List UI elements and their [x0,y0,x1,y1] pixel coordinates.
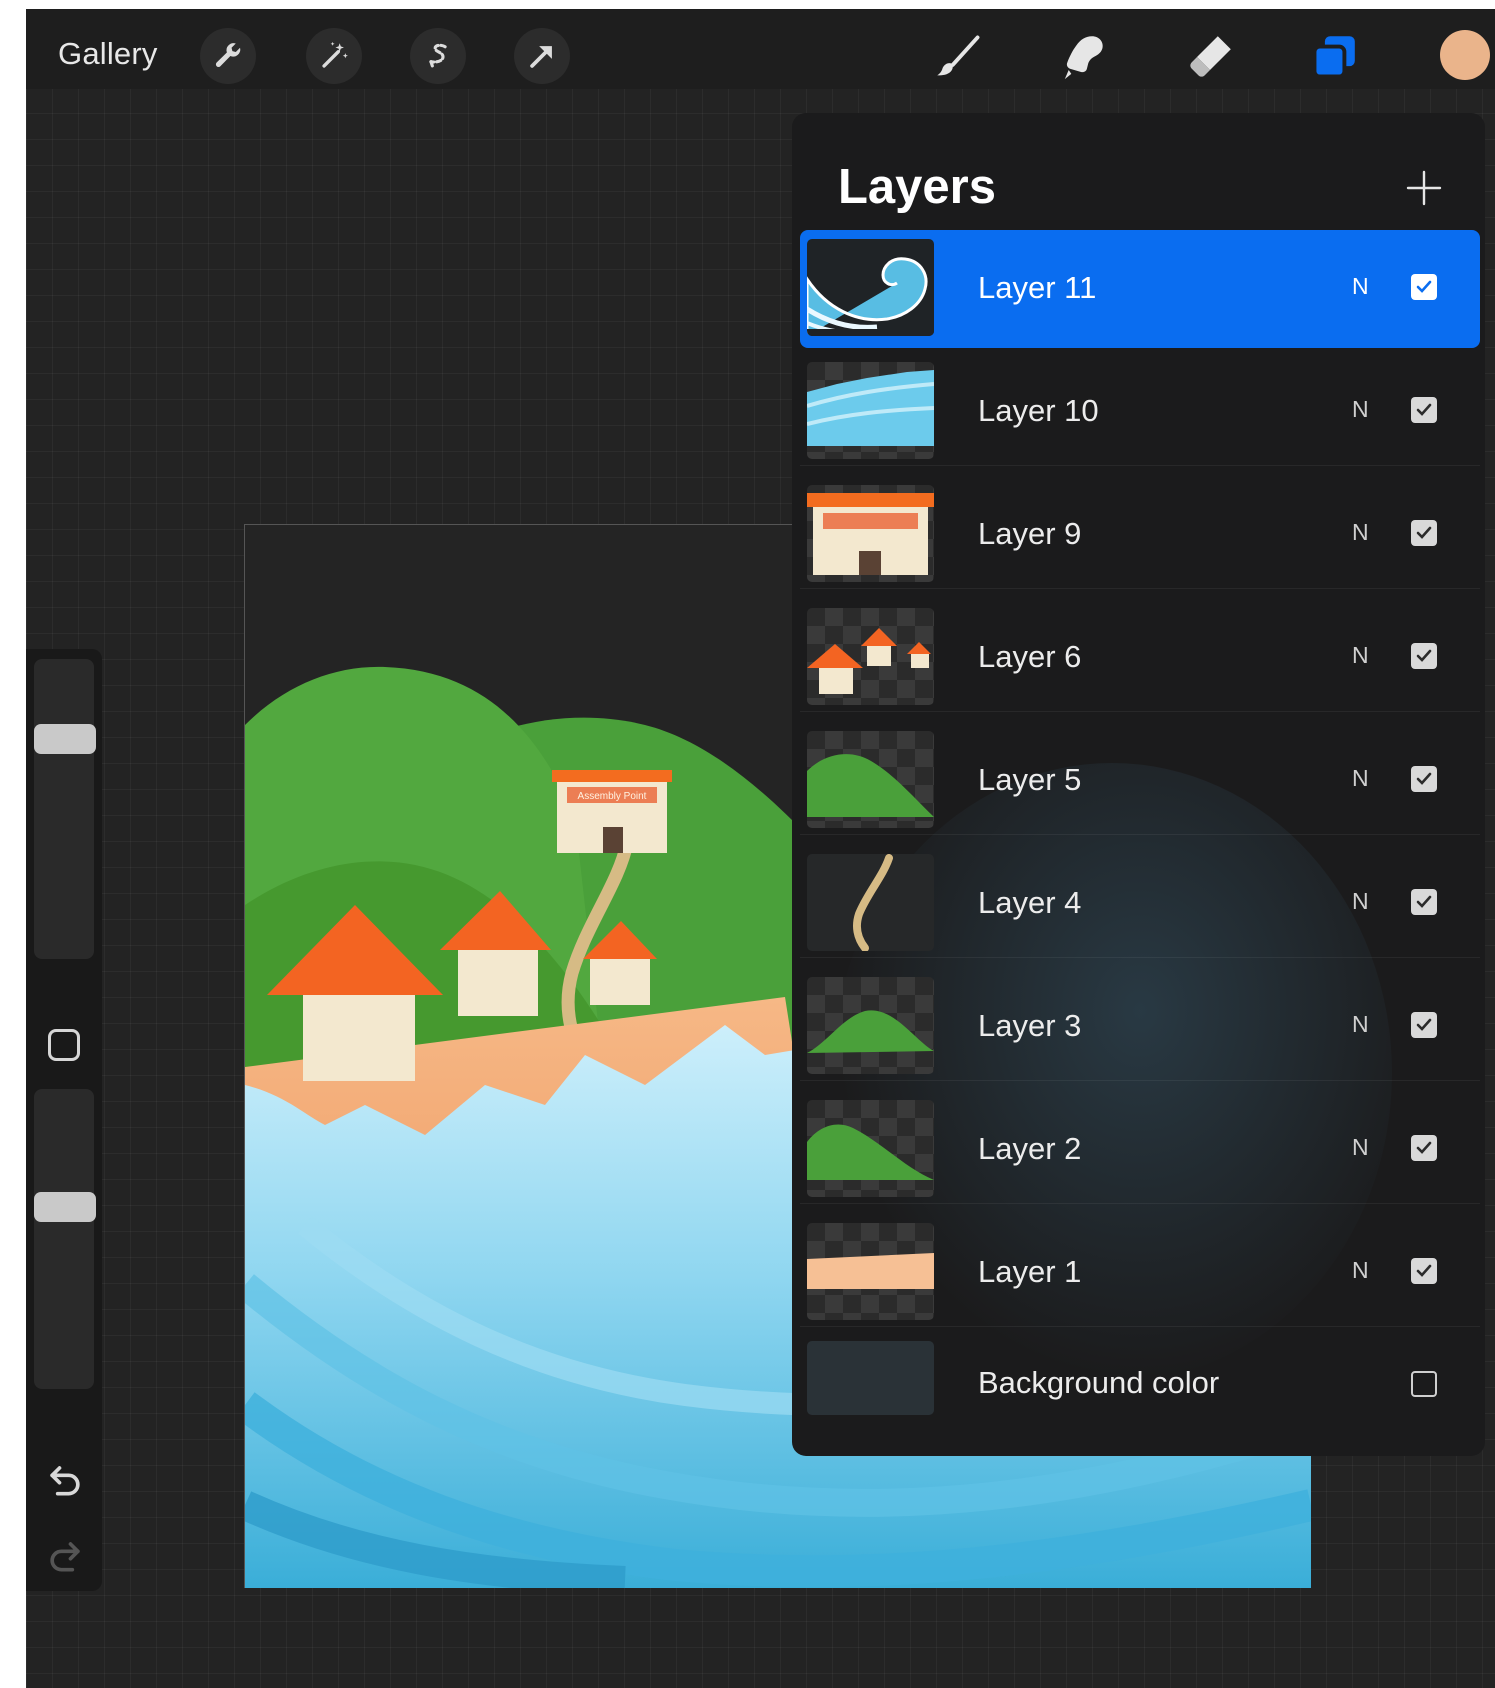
visibility-checkbox[interactable] [1411,766,1437,792]
brush-size-handle[interactable] [34,723,96,754]
layer-thumbnail [807,485,934,582]
blend-mode-button[interactable]: N [1352,1011,1369,1038]
layer-row-9[interactable]: Layer 9 N [800,476,1480,589]
layer-thumbnail [807,362,934,459]
layer-name: Layer 10 [978,393,1099,428]
layer-name: Layer 5 [978,762,1082,797]
transform-arrow-icon[interactable] [514,28,570,84]
visibility-checkbox[interactable] [1411,643,1437,669]
opacity-handle[interactable] [34,1191,96,1222]
layer-thumbnail [807,239,934,336]
eraser-icon[interactable] [1182,29,1238,85]
checkmark-icon [1416,772,1432,785]
assembly-point-building: Assembly Point [552,770,672,853]
blend-mode-button[interactable]: N [1352,1134,1369,1161]
layers-panel-title: Layers [838,160,997,214]
layer-row-4[interactable]: Layer 4 N [800,845,1480,958]
checkmark-icon [1416,403,1432,416]
layer-thumbnail [807,731,934,828]
layer-thumbnail [807,854,934,951]
assembly-point-sign: Assembly Point [578,791,647,802]
undo-icon[interactable] [43,1457,87,1501]
blend-mode-button[interactable]: N [1352,396,1369,423]
background-color-swatch [807,1341,934,1415]
left-sidebar [26,649,102,1591]
blend-mode-button[interactable]: N [1352,1257,1369,1284]
background-label: Background color [978,1365,1220,1400]
layer-name: Layer 1 [978,1254,1082,1289]
visibility-checkbox[interactable] [1411,1012,1437,1038]
color-picker-button[interactable] [1440,30,1490,80]
brush-icon[interactable] [930,29,986,85]
blend-mode-button[interactable]: N [1352,273,1369,300]
layer-row-3[interactable]: Layer 3 N [800,968,1480,1081]
opacity-slider[interactable] [34,1089,94,1389]
checkmark-icon [1416,649,1432,662]
modify-button[interactable] [48,1029,80,1061]
layers-panel: Layers Layer 11 N Layer 10 N Layer 9 N L… [792,113,1485,1456]
layer-name: Layer 4 [978,885,1082,920]
redo-icon[interactable] [43,1533,87,1577]
blend-mode-button[interactable]: N [1352,519,1369,546]
checkmark-icon [1416,1018,1432,1031]
checkmark-icon [1416,1264,1432,1277]
layers-icon[interactable] [1306,29,1362,85]
plus-icon[interactable] [1404,168,1444,208]
selection-icon[interactable] [410,28,466,84]
layer-row-11[interactable]: Layer 11 N [800,230,1480,348]
layer-row-10[interactable]: Layer 10 N [800,353,1480,466]
checkmark-icon [1416,280,1432,293]
layer-name: Layer 3 [978,1008,1082,1043]
blend-mode-button[interactable]: N [1352,642,1369,669]
magic-wand-icon[interactable] [306,28,362,84]
smudge-icon[interactable] [1055,29,1111,85]
layer-name: Layer 6 [978,639,1082,674]
gallery-button[interactable]: Gallery [58,36,158,72]
brush-size-slider[interactable] [34,659,94,959]
visibility-checkbox[interactable] [1411,889,1437,915]
layer-thumbnail [807,977,934,1074]
checkmark-icon [1416,526,1432,539]
background-color-row[interactable]: Background color [800,1337,1480,1437]
layer-row-2[interactable]: Layer 2 N [800,1091,1480,1204]
layer-name: Layer 9 [978,516,1082,551]
visibility-checkbox[interactable] [1411,397,1437,423]
checkmark-icon [1416,1141,1432,1154]
visibility-checkbox[interactable] [1411,520,1437,546]
checkmark-icon [1416,895,1432,908]
layer-row-5[interactable]: Layer 5 N [800,722,1480,835]
layer-thumbnail [807,1223,934,1320]
procreate-app: Gallery Assembly Point Layers Layer 11 N… [26,9,1495,1688]
wrench-icon[interactable] [200,28,256,84]
layer-thumbnail [807,608,934,705]
visibility-checkbox[interactable] [1411,274,1437,300]
background-visibility-checkbox[interactable] [1411,1371,1437,1397]
visibility-checkbox[interactable] [1411,1135,1437,1161]
top-toolbar: Gallery [26,9,1495,89]
layer-name: Layer 11 [978,270,1097,305]
blend-mode-button[interactable]: N [1352,888,1369,915]
blend-mode-button[interactable]: N [1352,765,1369,792]
layer-row-1[interactable]: Layer 1 N [800,1214,1480,1327]
layer-row-6[interactable]: Layer 6 N [800,599,1480,712]
visibility-checkbox[interactable] [1411,1258,1437,1284]
layer-name: Layer 2 [978,1131,1082,1166]
layer-thumbnail [807,1100,934,1197]
